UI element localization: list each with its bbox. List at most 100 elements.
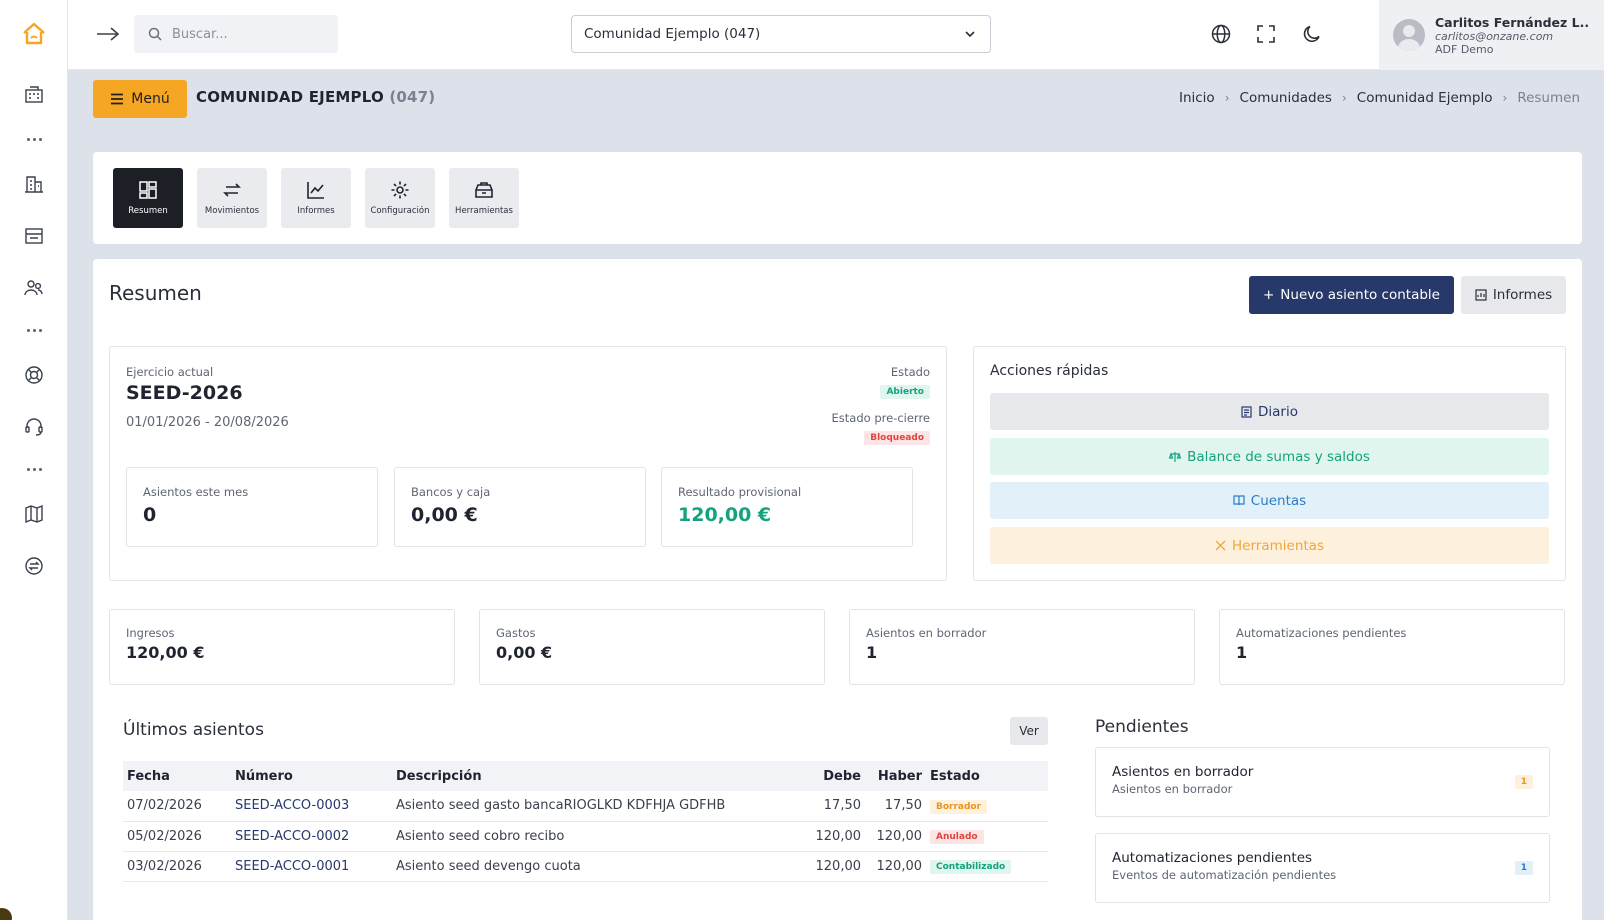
pendiente-subtitle: Eventos de automatización pendientes bbox=[1112, 868, 1337, 882]
cell-descripcion: Asiento seed cobro recibo bbox=[392, 821, 805, 852]
tool-configuracion-label: Configuración bbox=[370, 206, 430, 216]
tools-card: Resumen Movimientos Informes Configuraci… bbox=[93, 152, 1582, 244]
sidebar-more-icon[interactable] bbox=[22, 134, 46, 144]
user-email: carlitos@onzane.com bbox=[1435, 29, 1554, 43]
col-haber[interactable]: Haber bbox=[865, 761, 926, 791]
pendiente-automatizaciones[interactable]: Automatizaciones pendientes Eventos de a… bbox=[1095, 833, 1550, 903]
col-numero[interactable]: Número bbox=[231, 761, 392, 791]
scale-icon bbox=[1169, 451, 1182, 462]
search-box[interactable] bbox=[134, 15, 338, 53]
pendientes-title: Pendientes bbox=[1095, 717, 1189, 737]
mini-stat-label: Resultado provisional bbox=[678, 485, 802, 499]
stat-value: 120,00 € bbox=[126, 643, 205, 662]
sidebar bbox=[0, 0, 68, 920]
user-name: Carlitos Fernández L.. bbox=[1435, 14, 1590, 30]
headset-icon[interactable] bbox=[20, 413, 48, 441]
cell-fecha: 03/02/2026 bbox=[123, 851, 231, 882]
tool-resumen[interactable]: Resumen bbox=[113, 168, 183, 228]
sidebar-more-icon-3[interactable] bbox=[22, 464, 46, 474]
topbar: Comunidad Ejemplo (047) Carlitos Fernánd… bbox=[68, 0, 1604, 70]
ultimos-asientos-card: Últimos asientos Ver Fecha Número Descri… bbox=[109, 705, 1064, 920]
status-badge-abierto: Abierto bbox=[880, 385, 930, 399]
quick-action-diario[interactable]: Diario bbox=[990, 393, 1549, 430]
user-menu[interactable]: Carlitos Fernández L.. carlitos@onzane.c… bbox=[1379, 0, 1604, 70]
quick-action-herramientas[interactable]: Herramientas bbox=[990, 527, 1549, 564]
quick-actions-title: Acciones rápidas bbox=[990, 363, 1109, 379]
lifebuoy-icon[interactable] bbox=[20, 361, 48, 389]
toolbox-icon bbox=[475, 182, 493, 198]
col-fecha[interactable]: Fecha bbox=[123, 761, 231, 791]
stat-ingresos: Ingresos 120,00 € bbox=[109, 609, 455, 685]
map-icon[interactable] bbox=[20, 500, 48, 528]
stat-value: 1 bbox=[1236, 643, 1248, 662]
apartments-icon[interactable] bbox=[20, 170, 48, 198]
quick-action-balance[interactable]: Balance de sumas y saldos bbox=[990, 438, 1549, 475]
cell-numero-link[interactable]: SEED-ACCO-0001 bbox=[231, 851, 392, 882]
pendiente-subtitle: Asientos en borrador bbox=[1112, 782, 1233, 796]
cell-estado: Contabilizado bbox=[926, 851, 1048, 882]
new-entry-button-label: Nuevo asiento contable bbox=[1280, 287, 1440, 303]
breadcrumb-comunidad[interactable]: Comunidad Ejemplo bbox=[1357, 90, 1493, 106]
new-entry-button[interactable]: + Nuevo asiento contable bbox=[1249, 276, 1454, 314]
breadcrumb-comunidades[interactable]: Comunidades bbox=[1240, 90, 1332, 106]
reports-button[interactable]: Informes bbox=[1461, 276, 1566, 314]
table-row[interactable]: 05/02/2026 SEED-ACCO-0002 Asiento seed c… bbox=[123, 821, 1048, 852]
pendiente-borrador[interactable]: Asientos en borrador Asientos en borrado… bbox=[1095, 747, 1550, 817]
breadcrumb-inicio[interactable]: Inicio bbox=[1179, 90, 1215, 106]
hamburger-icon bbox=[111, 93, 124, 105]
stat-value: 1 bbox=[866, 643, 878, 662]
search-input[interactable] bbox=[172, 26, 312, 42]
arrow-right-icon[interactable] bbox=[94, 20, 122, 48]
tool-resumen-label: Resumen bbox=[128, 206, 168, 216]
mini-stat-value: 0,00 € bbox=[411, 504, 478, 526]
globe-icon[interactable] bbox=[1208, 21, 1234, 47]
cell-fecha: 05/02/2026 bbox=[123, 821, 231, 852]
cell-fecha: 07/02/2026 bbox=[123, 791, 231, 822]
page-title: COMUNIDAD EJEMPLO (047) bbox=[196, 88, 435, 106]
building-icon[interactable] bbox=[20, 80, 48, 108]
tool-herramientas[interactable]: Herramientas bbox=[449, 168, 519, 228]
exchange-circle-icon[interactable] bbox=[20, 552, 48, 580]
cell-numero-link[interactable]: SEED-ACCO-0002 bbox=[231, 821, 392, 852]
ejercicio-dates: 01/01/2026 - 20/08/2026 bbox=[126, 415, 289, 430]
quick-action-cuentas[interactable]: Cuentas bbox=[990, 482, 1549, 519]
chevron-right-icon: › bbox=[1341, 91, 1347, 105]
users-icon[interactable] bbox=[20, 274, 48, 302]
menu-button[interactable]: Menú bbox=[93, 80, 187, 118]
home-logo-icon[interactable] bbox=[20, 20, 48, 48]
mini-stat-label: Asientos este mes bbox=[143, 485, 249, 499]
table-row[interactable]: 03/02/2026 SEED-ACCO-0001 Asiento seed d… bbox=[123, 851, 1048, 882]
store-icon[interactable] bbox=[20, 222, 48, 250]
stat-value: 0,00 € bbox=[496, 643, 553, 662]
tool-informes[interactable]: Informes bbox=[281, 168, 351, 228]
report-icon bbox=[1475, 289, 1487, 301]
journal-icon bbox=[1241, 405, 1252, 418]
breadcrumb-current: Resumen bbox=[1517, 90, 1580, 106]
col-estado[interactable]: Estado bbox=[926, 761, 1048, 791]
cell-haber: 120,00 bbox=[865, 821, 926, 852]
table-header-row: Fecha Número Descripción Debe Haber Esta… bbox=[123, 761, 1048, 791]
plus-icon: + bbox=[1262, 287, 1275, 303]
quick-action-herramientas-label: Herramientas bbox=[1232, 537, 1324, 554]
col-descripcion[interactable]: Descripción bbox=[392, 761, 805, 791]
asientos-table: Fecha Número Descripción Debe Haber Esta… bbox=[123, 761, 1048, 882]
community-select[interactable]: Comunidad Ejemplo (047) bbox=[571, 15, 991, 53]
mini-stat-bancos: Bancos y caja 0,00 € bbox=[394, 467, 646, 547]
dark-mode-moon-icon[interactable] bbox=[1299, 21, 1325, 47]
swap-arrows-icon bbox=[223, 183, 241, 197]
ultimos-title: Últimos asientos bbox=[123, 720, 264, 740]
cell-numero-link[interactable]: SEED-ACCO-0003 bbox=[231, 791, 392, 822]
stat-label: Gastos bbox=[496, 626, 536, 640]
sidebar-more-icon-2[interactable] bbox=[22, 325, 46, 335]
quick-action-diario-label: Diario bbox=[1258, 403, 1298, 420]
col-debe[interactable]: Debe bbox=[805, 761, 865, 791]
table-row[interactable]: 07/02/2026 SEED-ACCO-0003 Asiento seed g… bbox=[123, 791, 1048, 822]
ver-button[interactable]: Ver bbox=[1010, 717, 1048, 745]
tool-movimientos[interactable]: Movimientos bbox=[197, 168, 267, 228]
cell-descripcion: Asiento seed devengo cuota bbox=[392, 851, 805, 882]
fullscreen-icon[interactable] bbox=[1253, 21, 1279, 47]
tool-configuracion[interactable]: Configuración bbox=[365, 168, 435, 228]
tools-icon bbox=[1215, 540, 1226, 551]
status-badge: Anulado bbox=[930, 830, 984, 844]
gear-icon bbox=[391, 181, 409, 199]
